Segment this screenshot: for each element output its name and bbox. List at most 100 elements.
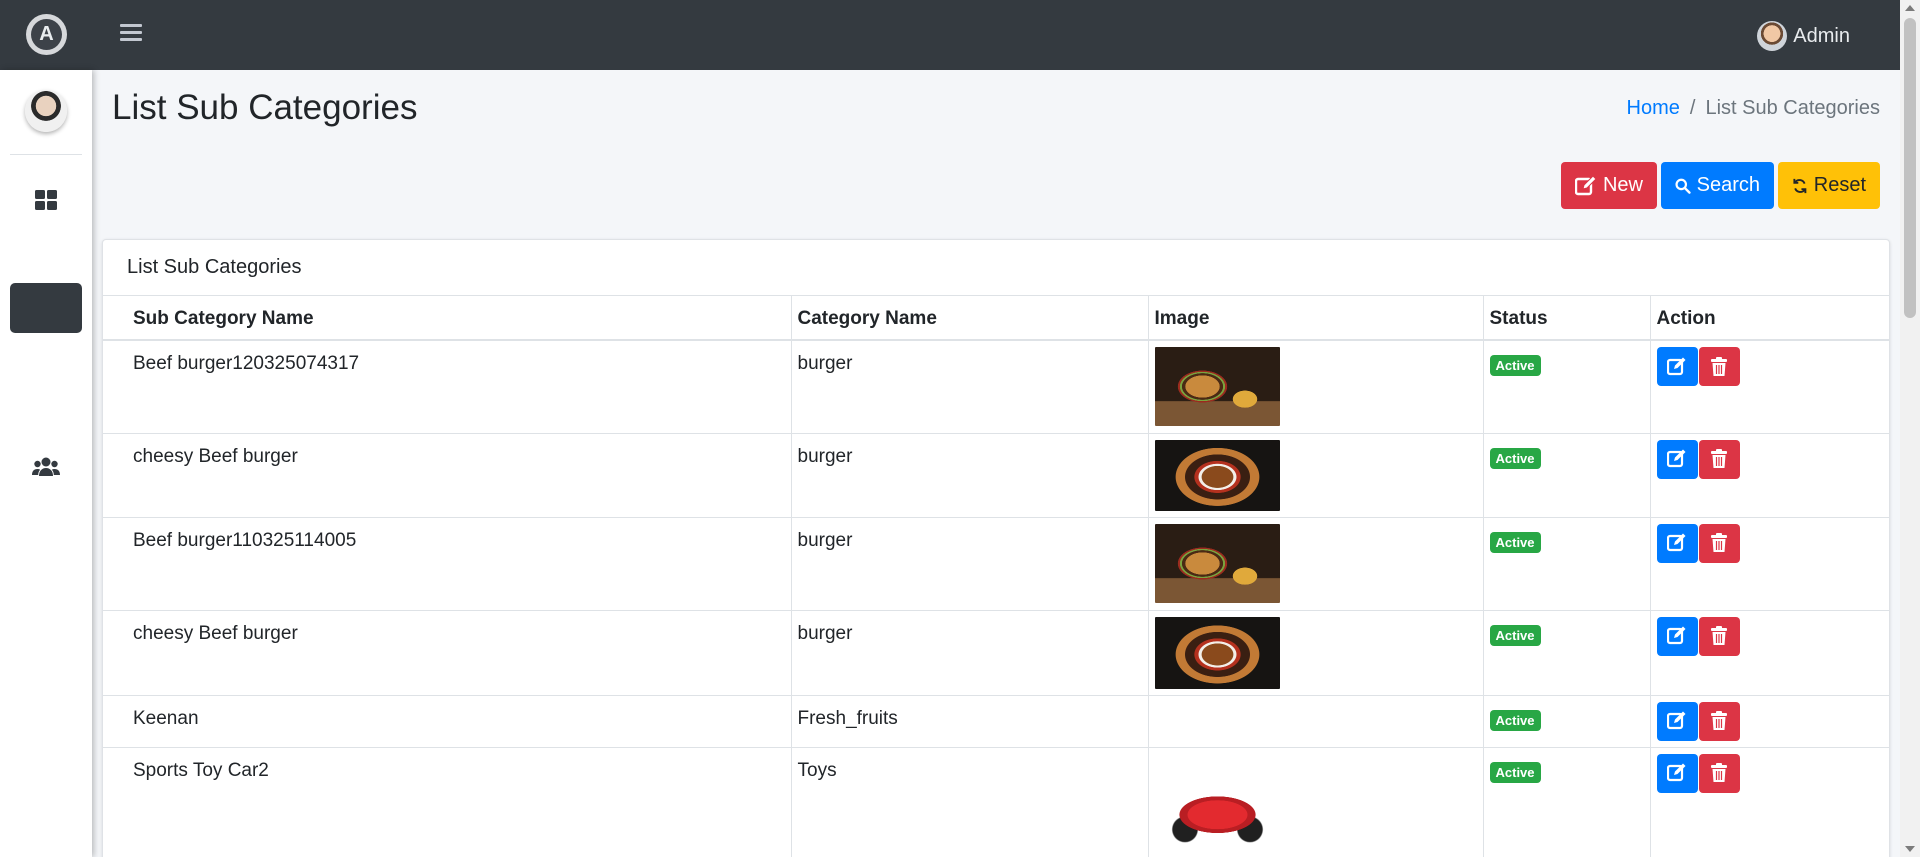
top-navbar: A Admin (0, 0, 1900, 70)
breadcrumb-separator: / (1689, 97, 1696, 119)
action-cell (1650, 433, 1889, 518)
trash-icon (1711, 533, 1727, 552)
action-cell (1650, 340, 1889, 434)
sidebar-avatar[interactable] (25, 90, 67, 132)
delete-button[interactable] (1698, 701, 1740, 741)
breadcrumb: Home / List Sub Categories (1627, 97, 1880, 120)
delete-button[interactable] (1698, 616, 1740, 656)
image-cell (1148, 695, 1484, 748)
category-name-cell: burger (791, 340, 1149, 434)
user-name: Admin (1793, 24, 1850, 47)
column-header-action: Action (1650, 296, 1889, 341)
status-badge: Active (1489, 355, 1541, 376)
edit-icon (1667, 533, 1686, 552)
scrollbar-thumb[interactable] (1904, 18, 1916, 318)
edit-button[interactable] (1656, 616, 1698, 656)
sub-category-name-cell: Beef burger110325114005 (103, 517, 792, 611)
trash-icon (1711, 711, 1727, 730)
breadcrumb-current: List Sub Categories (1705, 97, 1880, 119)
status-cell: Active (1483, 695, 1651, 748)
scroll-up-icon[interactable] (1905, 5, 1915, 11)
cheesy-burger-image (1154, 439, 1280, 511)
image-cell (1148, 433, 1484, 518)
action-cell (1650, 610, 1889, 696)
burger-with-fries-image (1154, 347, 1280, 426)
edit-button[interactable] (1656, 701, 1698, 741)
delete-button[interactable] (1698, 347, 1740, 386)
new-button[interactable]: New (1561, 162, 1657, 209)
page-scrollbar[interactable] (1900, 0, 1920, 857)
edit-button[interactable] (1656, 347, 1698, 386)
edit-icon (1575, 175, 1597, 195)
image-cell (1148, 747, 1484, 857)
edit-icon (1667, 449, 1686, 468)
search-button-label: Search (1696, 174, 1760, 196)
table-row: cheesy Beef burger burger Active (103, 433, 1889, 518)
action-cell (1650, 517, 1889, 611)
reset-button-label: Reset (1813, 174, 1866, 196)
status-cell: Active (1483, 610, 1651, 696)
column-header-image[interactable]: Image (1148, 296, 1484, 341)
reset-button[interactable]: Reset (1778, 162, 1880, 209)
edit-icon (1667, 711, 1686, 730)
status-cell: Active (1483, 433, 1651, 518)
action-cell (1650, 695, 1889, 748)
delete-button[interactable] (1698, 439, 1740, 479)
status-cell: Active (1483, 517, 1651, 611)
sidebar-item-active[interactable] (10, 283, 82, 333)
category-name-cell: burger (791, 517, 1149, 611)
red-toy-car-image (1154, 753, 1280, 846)
status-badge: Active (1489, 624, 1541, 646)
column-header-status[interactable]: Status (1483, 296, 1651, 341)
trash-icon (1711, 763, 1727, 782)
column-header-sub-category-name[interactable]: Sub Category Name (103, 296, 792, 341)
user-avatar (1757, 21, 1788, 51)
category-name-cell: Toys (791, 747, 1149, 857)
edit-button[interactable] (1656, 439, 1698, 479)
search-button[interactable]: Search (1661, 162, 1774, 209)
action-cell (1650, 747, 1889, 857)
edit-icon (1667, 626, 1686, 645)
edit-button[interactable] (1656, 523, 1698, 563)
breadcrumb-home-link[interactable]: Home (1627, 97, 1680, 120)
image-cell (1148, 517, 1484, 611)
users-icon[interactable] (32, 456, 60, 480)
edit-icon (1667, 357, 1686, 375)
sub-category-name-cell: Keenan (103, 695, 792, 748)
delete-button[interactable] (1698, 523, 1740, 563)
table-row: Keenan Fresh_fruits Active (103, 695, 1889, 748)
trash-icon (1711, 626, 1727, 645)
table-row: Beef burger120325074317 burger Active (103, 340, 1889, 434)
status-badge: Active (1489, 531, 1541, 553)
column-header-category-name[interactable]: Category Name (791, 296, 1149, 341)
table-row: Sports Toy Car2 Toys Active (103, 747, 1889, 857)
card-title: List Sub Categories (103, 240, 1889, 296)
image-cell (1148, 340, 1484, 434)
status-badge: Active (1489, 447, 1541, 469)
edit-icon (1667, 763, 1686, 782)
category-name-cell: burger (791, 610, 1149, 696)
trash-icon (1711, 449, 1727, 468)
new-button-label: New (1602, 174, 1643, 196)
edit-button[interactable] (1656, 753, 1698, 793)
category-name-cell: Fresh_fruits (791, 695, 1149, 748)
sub-categories-card: List Sub Categories Sub Category Name Ca… (102, 239, 1890, 857)
dashboard-icon[interactable] (34, 188, 58, 212)
menu-toggle-icon[interactable] (120, 24, 142, 44)
sidebar (0, 70, 92, 857)
user-menu[interactable]: Admin (1757, 21, 1850, 51)
brand-logo[interactable]: A (26, 14, 67, 55)
refresh-icon (1793, 178, 1807, 193)
sub-category-name-cell: cheesy Beef burger (103, 433, 792, 518)
delete-button[interactable] (1698, 753, 1740, 793)
table-row: cheesy Beef burger burger Active (103, 610, 1889, 696)
toolbar: New Search Reset (1561, 162, 1880, 209)
status-badge: Active (1489, 709, 1541, 731)
search-icon (1675, 178, 1691, 194)
scroll-down-icon[interactable] (1905, 846, 1915, 852)
cheesy-burger-image (1154, 616, 1280, 689)
status-cell: Active (1483, 340, 1651, 434)
category-name-cell: burger (791, 433, 1149, 518)
sub-categories-table: Sub Category Name Category Name Image St… (103, 296, 1889, 857)
burger-with-fries-image (1154, 523, 1280, 603)
